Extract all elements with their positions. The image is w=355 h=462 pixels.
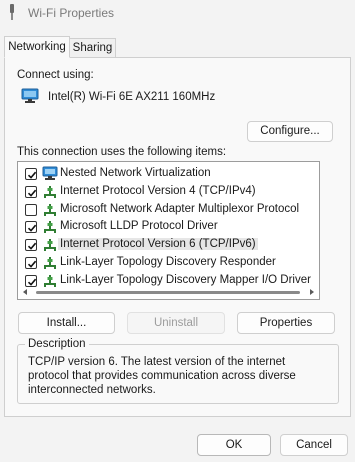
configure-button[interactable]: Configure... [247, 121, 333, 142]
properties-button[interactable]: Properties [237, 312, 335, 334]
checkbox-checked[interactable] [25, 239, 37, 252]
list-item-label: Microsoft Network Adapter Multiplexor Pr… [60, 202, 300, 215]
cancel-button[interactable]: Cancel [280, 434, 348, 456]
description-title: Description [25, 338, 89, 350]
uninstall-button[interactable]: Uninstall [127, 312, 225, 334]
network-adapter-icon [21, 88, 39, 104]
tab-networking[interactable]: Networking [4, 36, 70, 58]
list-item[interactable]: Internet Protocol Version 6 (TCP/IPv6) [18, 236, 303, 254]
protocol-icon [42, 237, 58, 253]
protocol-icon [42, 255, 58, 271]
list-item[interactable]: Link-Layer Topology Discovery Responder [18, 254, 303, 272]
protocol-icon [42, 202, 58, 218]
checkbox-checked[interactable] [25, 168, 37, 180]
description-text: TCP/IP version 6. The latest version of … [28, 356, 296, 396]
list-item-label: Link-Layer Topology Discovery Responder [60, 256, 276, 268]
adapter-name: Intel(R) Wi-Fi 6E AX211 160MHz [48, 91, 216, 103]
protocol-icon [42, 184, 58, 200]
horizontal-scroll-thumb[interactable] [36, 291, 300, 294]
checkbox-checked[interactable] [25, 221, 37, 234]
window-title: Wi-Fi Properties [28, 6, 115, 20]
checkbox-checked[interactable] [25, 185, 37, 198]
connect-using-label: Connect using: [17, 69, 94, 81]
list-item[interactable]: Internet Protocol Version 4 (TCP/IPv4) [18, 183, 303, 201]
list-item-label: Nested Network Virtualization [60, 167, 211, 179]
tab-sharing[interactable]: Sharing [70, 38, 116, 58]
ok-button[interactable]: OK [197, 434, 271, 456]
install-button[interactable]: Install... [18, 312, 115, 334]
list-item-label: Internet Protocol Version 6 (TCP/IPv6) [58, 238, 258, 251]
list-item[interactable]: Microsoft LLDP Protocol Driver [18, 218, 303, 236]
checkbox-unchecked[interactable] [25, 203, 37, 216]
checkbox-checked[interactable] [25, 257, 37, 269]
items-label: This connection uses the following items… [17, 146, 227, 158]
list-item[interactable]: Nested Network Virtualization [18, 165, 303, 183]
network-service-icon [42, 166, 58, 182]
list-item-label: Internet Protocol Version 4 (TCP/IPv4) [60, 184, 256, 197]
list-item-label: Microsoft LLDP Protocol Driver [60, 220, 218, 233]
scroll-left-arrow[interactable] [23, 289, 27, 295]
title-bar[interactable]: Wi-Fi Properties [0, 0, 355, 28]
list-item[interactable]: Microsoft Network Adapter Multiplexor Pr… [18, 201, 303, 219]
protocol-icon [42, 219, 58, 235]
wifi-properties-dialog: Wi-Fi Properties Networking Sharing Conn… [0, 0, 355, 462]
scroll-right-arrow[interactable] [310, 289, 314, 295]
items-list[interactable]: Nested Network Virtualization Internet Pr… [17, 161, 320, 300]
horizontal-scrollbar[interactable] [18, 284, 319, 299]
wifi-adapter-icon [6, 3, 18, 21]
